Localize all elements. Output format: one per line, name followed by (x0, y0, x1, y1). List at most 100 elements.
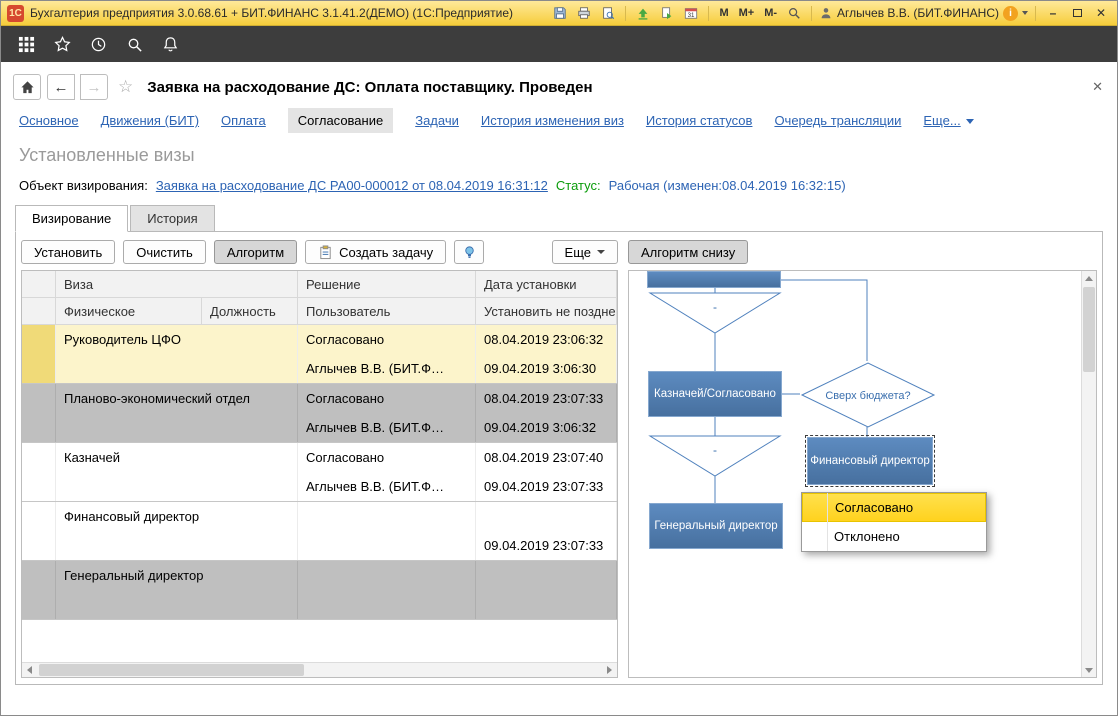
set-visa-button[interactable]: Установить (21, 240, 115, 264)
nav-link-approval[interactable]: Согласование (288, 108, 393, 133)
separator (811, 6, 812, 21)
nav-link-main[interactable]: Основное (19, 113, 79, 128)
decision-context-menu: Согласовано Отклонено (801, 492, 987, 552)
app-logo-icon: 1С (7, 5, 24, 22)
horizontal-scrollbar[interactable] (22, 662, 617, 677)
nav-link-broadcast-queue[interactable]: Очередь трансляции (774, 113, 901, 128)
header-visa: Виза (56, 271, 298, 298)
chevron-down-icon (966, 119, 974, 124)
flow-condition-diamond[interactable]: Сверх бюджета? (799, 360, 937, 430)
notifications-bell-icon[interactable] (155, 30, 185, 58)
more-button[interactable]: Еще (552, 240, 618, 264)
clear-visa-button[interactable]: Очистить (123, 240, 206, 264)
header-decision: Решение (298, 271, 476, 298)
nav-link-tasks[interactable]: Задачи (415, 113, 459, 128)
header-deadline: Установить не позднее (476, 298, 617, 325)
search-icon[interactable] (119, 30, 149, 58)
form-navigation: Основное Движения (БИТ) Оплата Согласова… (1, 104, 1117, 135)
current-user[interactable]: Аглычев В.В. (БИТ.ФИНАНС) (819, 6, 999, 20)
flow-node-general-director[interactable]: Генеральный директор (649, 503, 783, 549)
info-icon[interactable] (1003, 6, 1018, 21)
table-header-row-2: Физическое Должность Пользователь Устано… (22, 298, 617, 325)
header-physical: Физическое (56, 298, 202, 325)
nav-link-visa-history[interactable]: История изменения виз (481, 113, 624, 128)
table-row[interactable]: Планово-экономический отдел Согласовано … (22, 384, 617, 443)
scrollbar-thumb[interactable] (39, 664, 304, 676)
table-row[interactable]: Финансовый директор 09.04.2019 23:07:33 (22, 502, 617, 561)
flow-node-treasurer[interactable]: Казначей/Согласовано (648, 371, 782, 417)
history-clock-icon[interactable] (83, 30, 113, 58)
visa-table-pane: Виза Решение Дата установки Физическое Д… (21, 270, 618, 678)
svg-text:Сверх бюджета?: Сверх бюджета? (825, 390, 910, 402)
favorite-star-icon[interactable] (118, 77, 133, 97)
panel-toolbar: Установить Очистить Алгоритм Создать зад… (21, 237, 1097, 267)
table-row[interactable]: Руководитель ЦФО Согласовано 08.04.2019 … (22, 325, 617, 384)
task-icon (318, 245, 333, 260)
window-title: Бухгалтерия предприятия 3.0.68.61 + БИТ.… (30, 6, 513, 20)
vertical-scrollbar[interactable] (1081, 271, 1096, 677)
print-preview-icon[interactable] (598, 4, 618, 22)
separator (625, 6, 626, 21)
calendar-icon[interactable]: 31 (681, 4, 701, 22)
flow-node-top[interactable] (647, 271, 781, 288)
create-task-button[interactable]: Создать задачу (305, 240, 446, 264)
object-link[interactable]: Заявка на расходование ДС РА00-000012 от… (156, 178, 548, 193)
menu-grid-icon[interactable] (11, 30, 41, 58)
zoom-icon[interactable] (784, 4, 804, 22)
flow-node-financial-director[interactable]: Финансовый директор (807, 437, 933, 485)
save-icon[interactable] (550, 4, 570, 22)
menu-item-approved[interactable]: Согласовано (802, 493, 986, 522)
separator (1035, 6, 1036, 21)
svg-text:-: - (713, 443, 717, 457)
scroll-down-arrow[interactable] (1082, 663, 1097, 677)
scroll-left-arrow[interactable] (22, 663, 37, 677)
close-form-icon[interactable] (1092, 79, 1103, 95)
close-window-button[interactable] (1091, 5, 1111, 21)
nav-link-payment[interactable]: Оплата (221, 113, 266, 128)
home-button[interactable] (13, 74, 41, 100)
user-name: Аглычев В.В. (БИТ.ФИНАНС) (837, 6, 999, 20)
main-content: Заявка на расходование ДС: Оплата постав… (1, 62, 1117, 715)
favorites-star-icon[interactable] (47, 30, 77, 58)
separator (708, 6, 709, 21)
document-header: Заявка на расходование ДС: Оплата постав… (1, 62, 1117, 104)
scroll-up-arrow[interactable] (1082, 271, 1097, 285)
object-label: Объект визирования: (19, 178, 148, 193)
svg-text:-: - (713, 300, 717, 314)
flow-condition-triangle-1[interactable]: - (647, 291, 783, 335)
app-toolbar (1, 26, 1117, 62)
scroll-right-arrow[interactable] (602, 663, 617, 677)
back-button[interactable] (47, 74, 75, 100)
visa-table: Виза Решение Дата установки Физическое Д… (22, 271, 617, 662)
status-value: Рабочая (изменен:08.04.2019 16:32:15) (609, 178, 846, 193)
algorithm-bottom-button[interactable]: Алгоритм снизу (628, 240, 748, 264)
maximize-button[interactable] (1067, 5, 1087, 21)
tab-visa[interactable]: Визирование (15, 205, 128, 232)
scrollbar-thumb[interactable] (1083, 287, 1095, 372)
nav-link-status-history[interactable]: История статусов (646, 113, 753, 128)
tab-history[interactable]: История (130, 205, 214, 232)
flow-condition-triangle-2[interactable]: - (647, 434, 783, 478)
table-row[interactable]: Казначей Согласовано 08.04.2019 23:07:40… (22, 443, 617, 502)
forward-button[interactable] (80, 74, 108, 100)
nav-link-movements[interactable]: Движения (БИТ) (101, 113, 199, 128)
menu-item-rejected[interactable]: Отклонено (802, 522, 986, 551)
memory-m-plus-button[interactable]: M+ (736, 7, 758, 19)
export-icon[interactable] (633, 4, 653, 22)
header-marker (22, 298, 56, 325)
nav-link-more[interactable]: Еще... (923, 113, 973, 128)
table-row[interactable]: Генеральный директор (22, 561, 617, 620)
algorithm-button[interactable]: Алгоритм (214, 240, 297, 264)
report-icon[interactable] (657, 4, 677, 22)
toolbar-right-group: Алгоритм снизу (618, 240, 748, 264)
minimize-button[interactable] (1043, 5, 1063, 21)
print-icon[interactable] (574, 4, 594, 22)
svg-text:31: 31 (688, 12, 695, 19)
hint-lamp-button[interactable] (454, 240, 484, 264)
memory-m-button[interactable]: M (716, 7, 731, 19)
chevron-down-icon[interactable] (1022, 11, 1028, 15)
memory-m-minus-button[interactable]: M- (761, 7, 780, 19)
chevron-down-icon (597, 250, 605, 254)
status-label: Статус: (556, 178, 601, 193)
titlebar: 1С Бухгалтерия предприятия 3.0.68.61 + Б… (1, 1, 1117, 26)
